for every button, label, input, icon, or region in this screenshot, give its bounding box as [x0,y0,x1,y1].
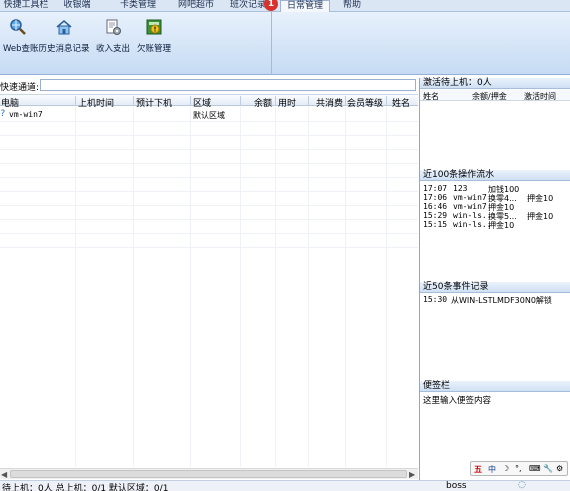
web-audit-label: Web查账 [3,44,39,54]
col-active-name[interactable]: 姓名 [423,91,439,102]
ime-punctuation-icon[interactable]: °, [515,464,522,473]
tab-cashier[interactable]: 收银端 [54,0,100,12]
event-time: 15:30 [423,295,448,304]
ime-chinese-icon[interactable]: 中 [488,464,496,475]
col-separator [190,96,191,106]
col-separator [75,96,76,106]
col-separator [240,96,241,106]
web-audit-button[interactable]: Web查账 [3,18,39,54]
table-row[interactable]: ? vm-win7 默认区域 [0,109,418,120]
scroll-left-icon[interactable]: ◀ [1,470,7,479]
memo-title: 便签栏 [420,381,570,392]
right-panel: 激活待上机：0人 姓名 余额/押金 激活时间 近100条操作流水 17:07 1… [419,78,570,480]
ime-settings-icon[interactable]: ⚙ [556,464,563,473]
debt-management-button[interactable]: 欠账管理 [136,18,172,54]
op-extra: 押金10 [527,212,554,221]
ime-halfwidth-icon[interactable]: ☽ [502,464,509,473]
top-menu-bar: 快捷工具栏 收银端 卡类管理 网吧超市 班次记录 1 日常管理 帮助 [0,0,570,12]
op-user: vm-win7 [453,202,487,211]
ime-tools-icon[interactable]: 🔧 [543,464,553,473]
ime-toolbar[interactable]: 五 中 ☽ °, ⌨ 🔧 ⚙ [470,461,568,476]
tab-daily-management[interactable]: 日常管理 [280,0,330,12]
scroll-right-icon[interactable]: ▶ [409,470,415,479]
cell-zone: 默认区域 [193,111,225,120]
status-counts: 待上机：0人 总上机：0/1 默认区域：0/1 [2,484,169,491]
op-time: 15:15 [423,220,448,229]
ime-wubi-icon[interactable]: 五 [474,464,482,475]
col-separator [386,96,387,106]
tab-shift-records[interactable]: 班次记录 [228,0,268,12]
col-separator [275,96,276,106]
active-pending-header: 姓名 余额/押金 激活时间 [420,90,570,101]
pc-table-header: 电脑 上机时间 预计下机 区域 余额 用时 共消费 会员等级 姓名 [0,94,418,109]
col-separator [308,96,309,106]
events-title: 近50条事件记录 [420,282,570,293]
warning-ledger-icon [146,19,162,35]
income-expense-label: 收入支出 [95,44,130,54]
magnifier-globe-icon [10,19,26,35]
cell-pc-name: vm-win7 [9,110,43,119]
event-text: 从WIN-LSTLMDF30N0解锁 [451,296,552,305]
col-separator [133,96,134,106]
op-action: 押金10 [488,221,515,230]
chat-bubble-icon[interactable]: ◌ [518,480,526,490]
tab-quick-toolbar[interactable]: 快捷工具栏 [0,0,52,12]
income-expense-button[interactable]: 收入支出 [95,18,131,54]
op-time: 16:46 [423,202,448,211]
op-user: win-ls.. [453,211,492,220]
pc-table-body: ? vm-win7 默认区域 [0,107,418,467]
horizontal-scrollbar[interactable]: ◀ ▶ [0,468,418,479]
tab-help[interactable]: 帮助 [334,0,370,12]
quick-channel-input[interactable] [40,79,416,91]
op-user: 123 [453,184,468,193]
quick-channel-label: 快速通道: [0,83,40,93]
op-time: 17:07 [423,184,448,193]
col-separator [345,96,346,106]
op-time: 15:29 [423,211,448,220]
active-pending-title: 激活待上机：0人 [420,78,570,89]
quick-channel-bar: 快速通道: [0,78,418,93]
debt-management-label: 欠账管理 [136,44,171,54]
col-active-balance[interactable]: 余额/押金 [472,91,507,102]
gear-document-icon [106,19,121,35]
operations-title: 近100条操作流水 [420,170,570,181]
tab-netcafe-market[interactable]: 网吧超市 [170,0,222,12]
status-user: boss [446,481,467,491]
op-user: win-ls.. [453,220,492,229]
ribbon-group: Web查账 历史消息记录 收入支出 欠账管理 [0,12,272,75]
notification-badge: 1 [264,0,278,11]
op-user: vm-win7 [453,193,487,202]
col-active-time[interactable]: 激活时间 [524,91,556,102]
ime-keyboard-icon[interactable]: ⌨ [529,464,541,473]
op-extra: 押金10 [527,194,554,203]
history-messages-label: 历史消息记录 [38,44,90,54]
tab-card-management[interactable]: 卡类管理 [112,0,164,12]
status-bar: 待上机：0人 总上机：0/1 默认区域：0/1 boss ◌ [0,480,570,491]
question-mark-icon: ? [0,109,6,119]
history-messages-button[interactable]: 历史消息记录 [38,18,90,54]
op-time: 17:06 [423,193,448,202]
scroll-thumb[interactable] [10,470,407,478]
house-icon [56,20,72,35]
memo-placeholder: 这里输入便签内容 [423,396,492,406]
